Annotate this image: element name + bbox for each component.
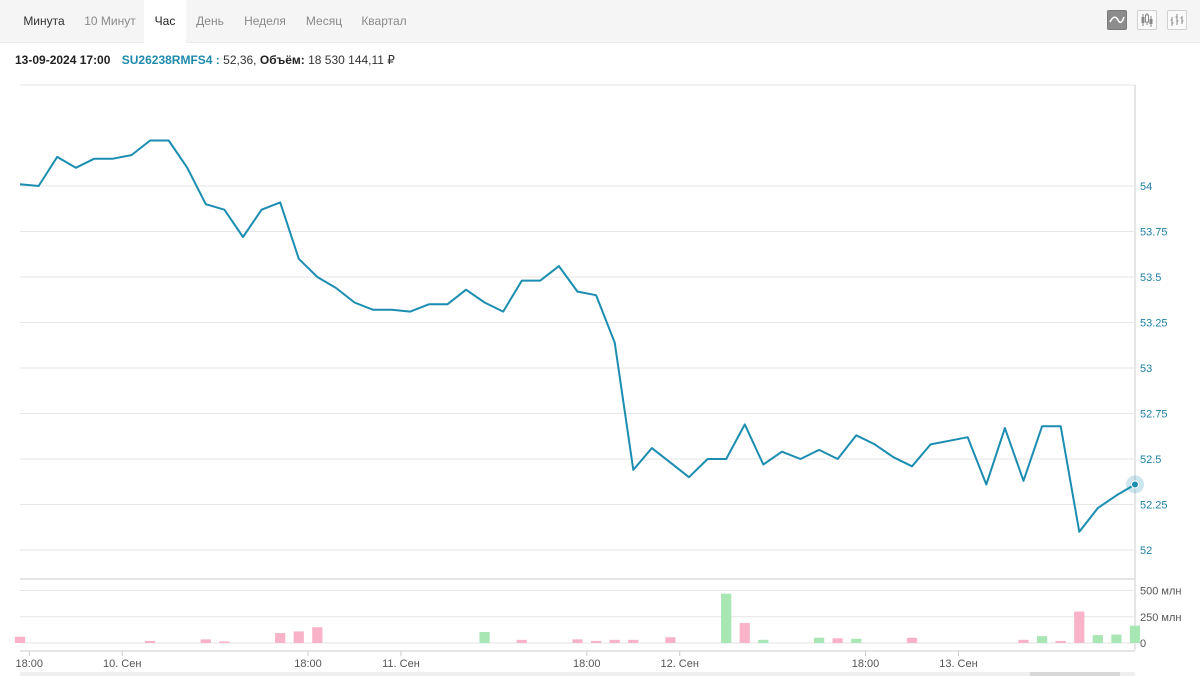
volume-bar	[479, 631, 490, 643]
x-tick-label: 11. Сен	[382, 658, 420, 670]
volume-bar	[14, 636, 26, 643]
volume-bar	[609, 639, 620, 643]
volume-bar	[275, 633, 286, 643]
volume-bar	[1074, 611, 1085, 643]
volume-bar	[590, 640, 602, 643]
volume-bar	[312, 627, 323, 643]
price-tick-label: 52	[1140, 545, 1152, 557]
volume-bar	[1055, 640, 1066, 643]
volume-tick-label: 0	[1140, 638, 1146, 650]
volume-bar	[219, 641, 230, 643]
volume-bar	[144, 640, 156, 643]
price-tick-label: 53.5	[1140, 272, 1161, 284]
chart-scrollbar-track	[20, 672, 1135, 676]
chart-scrollbar-thumb	[1030, 672, 1120, 676]
x-tick-label: 18:00	[16, 658, 44, 670]
volume-bar	[200, 639, 211, 643]
volume-bar	[1111, 634, 1122, 643]
x-tick-label: 13. Сен	[939, 658, 977, 670]
x-tick-label: 10. Сен	[103, 658, 141, 670]
price-tick-label: 52.5	[1140, 454, 1161, 466]
volume-bar	[572, 639, 583, 643]
volume-bar	[1036, 636, 1048, 643]
volume-tick-label: 500 млн	[1140, 586, 1181, 598]
volume-bar	[851, 638, 862, 643]
volume-bar	[628, 639, 639, 643]
price-tick-label: 53.25	[1140, 318, 1168, 330]
volume-bar	[1092, 635, 1103, 643]
volume-bar	[758, 639, 769, 643]
volume-bar	[739, 623, 750, 643]
volume-tick-label: 250 млн	[1140, 612, 1181, 624]
volume-bar	[665, 637, 676, 643]
volume-bar	[1018, 639, 1029, 643]
volume-bar	[813, 637, 825, 643]
price-tick-label: 54	[1140, 181, 1152, 193]
volume-bar	[832, 638, 843, 643]
volume-bar	[1129, 625, 1141, 643]
price-tick-label: 52.75	[1140, 409, 1168, 421]
price-tick-label: 52.25	[1140, 500, 1168, 512]
price-volume-chart[interactable]: 52 52.25 52.5 52.75 53 53.25 53.5 53.75 54 0 250 м…	[0, 0, 1200, 676]
volume-bar	[721, 593, 732, 643]
price-tick-label: 53.75	[1140, 227, 1168, 239]
x-tick-label: 18:00	[573, 658, 601, 670]
x-tick-label: 18:00	[294, 658, 322, 670]
price-line	[19, 139, 1136, 533]
x-tick-label: 18:00	[852, 658, 880, 670]
volume-bar	[293, 631, 304, 643]
volume-bar	[516, 639, 527, 643]
x-tick-label: 12. Сен	[660, 658, 698, 670]
last-point-marker	[1131, 480, 1139, 489]
price-tick-label: 53	[1140, 363, 1152, 375]
volume-bar	[906, 637, 918, 643]
